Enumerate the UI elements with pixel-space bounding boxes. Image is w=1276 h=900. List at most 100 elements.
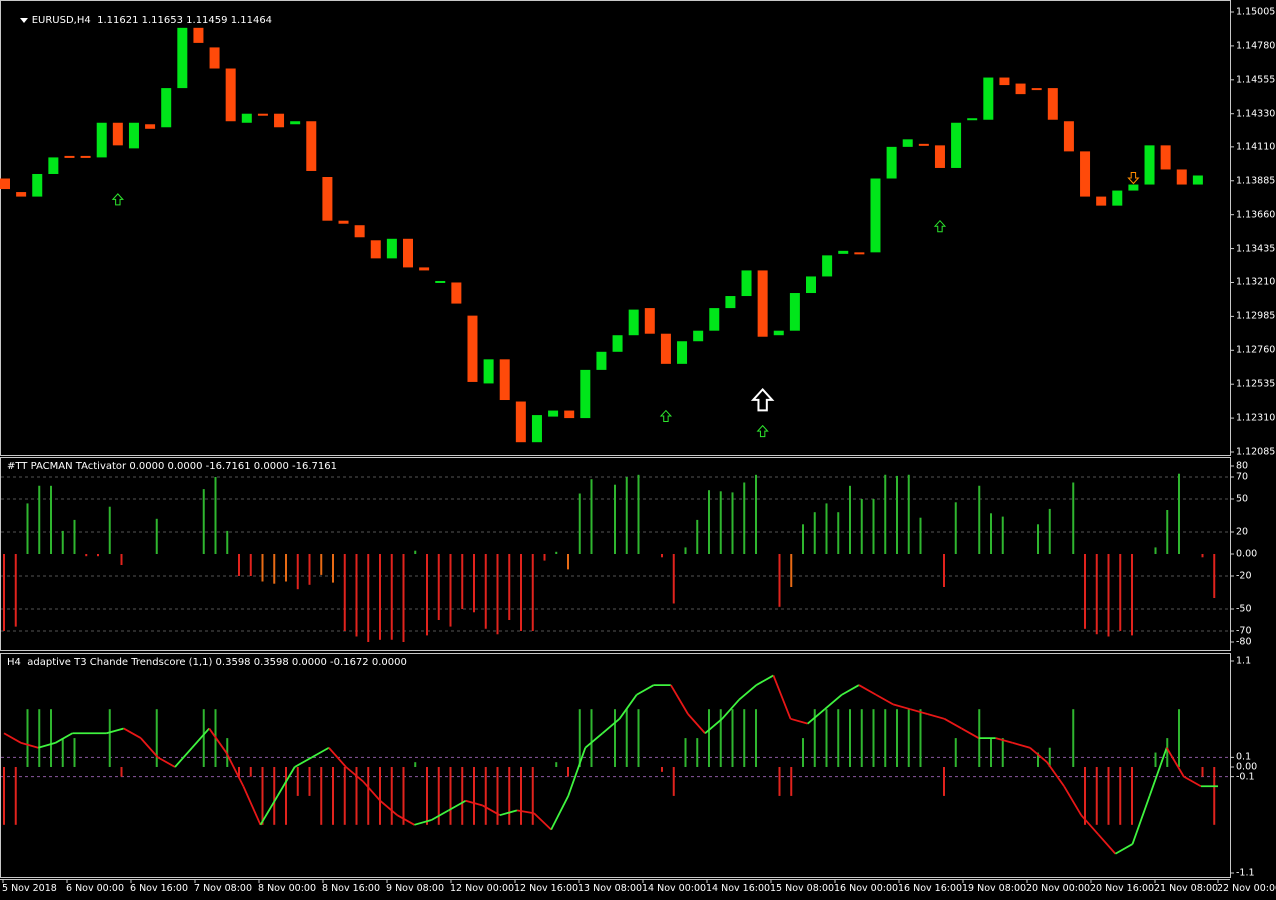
candle — [16, 192, 27, 197]
time-tick-label: 12 Nov 00:00 — [450, 883, 515, 894]
pacman-tick-label: 80 — [1236, 460, 1249, 472]
t3-trend-line-segment — [1080, 814, 1099, 836]
pacman-tick-label: -20 — [1236, 570, 1252, 582]
candle — [1080, 151, 1091, 197]
candle — [64, 155, 75, 158]
t3-trend-line-segment — [396, 814, 415, 826]
candle — [709, 308, 720, 331]
t3-trend-line-segment — [1114, 843, 1133, 855]
candle — [419, 267, 430, 271]
time-tick-label: 12 Nov 16:00 — [514, 883, 579, 894]
candle — [822, 255, 833, 277]
t3-trend-line-segment — [54, 732, 73, 744]
candle — [902, 139, 913, 147]
candle — [806, 276, 816, 294]
t3-trend-line-segment — [807, 708, 826, 725]
time-tick-label: 7 Nov 08:00 — [194, 883, 253, 894]
t3-trend-line-segment — [961, 727, 980, 739]
t3-trend-line-segment — [191, 727, 210, 749]
t3-trend-line-segment — [601, 718, 621, 734]
candle — [1031, 88, 1042, 91]
t3-trend-line-segment — [1165, 747, 1185, 778]
t3-trend-line-segment — [362, 780, 381, 802]
t3-trend-line-segment — [533, 812, 552, 831]
time-tick-label: 8 Nov 00:00 — [258, 883, 317, 894]
candle — [934, 145, 945, 168]
candle — [870, 178, 881, 253]
time-tick-label: 6 Nov 00:00 — [66, 883, 125, 894]
t3-trend-line-segment — [943, 718, 962, 730]
candle — [403, 238, 413, 268]
candle — [32, 173, 43, 197]
time-tick-label: 6 Nov 16:00 — [130, 883, 189, 894]
t3-tick-label: -1.1 — [1236, 867, 1255, 879]
candle — [644, 308, 655, 334]
signal-arrow-icon — [659, 409, 673, 423]
time-tick-label: 21 Nov 08:00 — [1154, 883, 1219, 894]
t3-trend-line-segment — [345, 766, 364, 783]
t3-trend-line-segment — [927, 713, 945, 720]
candle — [789, 293, 800, 331]
price-tick-label: 1.13435 — [1236, 243, 1276, 255]
signal-arrow-icon — [933, 219, 947, 233]
candle — [725, 296, 736, 309]
t3-trend-line-segment — [37, 742, 56, 749]
pacman-tick-label: 50 — [1236, 493, 1249, 505]
price-tick-label: 1.12310 — [1236, 412, 1276, 424]
candle — [386, 238, 397, 259]
candle — [1176, 169, 1187, 185]
t3-trend-line-segment — [516, 809, 535, 815]
candle — [370, 240, 381, 259]
t3-trend-line-segment — [414, 819, 432, 826]
time-tick-label: 22 Nov 00:00 — [1217, 883, 1276, 894]
candle — [854, 252, 865, 255]
t3-trend-line-segment — [431, 809, 450, 821]
t3-trend-line-segment — [1097, 833, 1117, 855]
pacman-tick-label: 20 — [1236, 526, 1249, 538]
candle — [1144, 145, 1155, 185]
candle — [354, 225, 365, 238]
t3-trend-line-segment — [1148, 747, 1168, 797]
candle — [209, 47, 220, 69]
candle — [257, 113, 268, 116]
time-tick-label: 15 Nov 08:00 — [770, 883, 835, 894]
t3-trend-line-segment — [670, 684, 689, 715]
candle — [612, 335, 623, 352]
candle — [80, 155, 91, 158]
candle — [48, 157, 59, 174]
t3-trend-line-segment — [790, 717, 808, 725]
pacman-tick-label: -80 — [1236, 636, 1252, 648]
price-tick-label: 1.15005 — [1236, 6, 1276, 18]
price-tick-label: 1.12085 — [1236, 446, 1276, 458]
t3-trend-line-segment — [550, 795, 570, 831]
candle — [1192, 175, 1203, 185]
candle — [1112, 190, 1123, 206]
t3-trend-line-segment — [1183, 775, 1202, 788]
t3-trend-line-segment — [584, 732, 604, 749]
candle — [96, 122, 107, 158]
t3-trend-line-segment — [995, 737, 1014, 744]
candle — [451, 282, 462, 304]
candle — [112, 122, 123, 146]
t3-trend-line-segment — [738, 684, 757, 701]
candle — [918, 143, 929, 146]
time-tick-label: 16 Nov 16:00 — [898, 883, 963, 894]
price-tick-label: 1.14110 — [1236, 141, 1276, 153]
candle — [967, 118, 978, 121]
t3-trend-line-segment — [636, 684, 655, 696]
candle — [499, 359, 510, 401]
chart-canvas[interactable] — [0, 0, 1276, 900]
candle — [741, 270, 752, 297]
t3-trend-line-segment — [687, 713, 706, 734]
t3-trend-line-segment — [140, 737, 159, 758]
candle — [660, 333, 671, 364]
candle — [161, 88, 172, 128]
pacman-tick-label: 0.00 — [1236, 548, 1258, 560]
time-tick-label: 14 Nov 16:00 — [706, 883, 771, 894]
candle — [983, 77, 994, 120]
t3-trend-line-segment — [892, 703, 911, 711]
price-tick-label: 1.12535 — [1236, 378, 1276, 390]
t3-trend-line-segment — [1131, 795, 1151, 845]
candle — [564, 410, 575, 419]
candle — [0, 178, 10, 190]
